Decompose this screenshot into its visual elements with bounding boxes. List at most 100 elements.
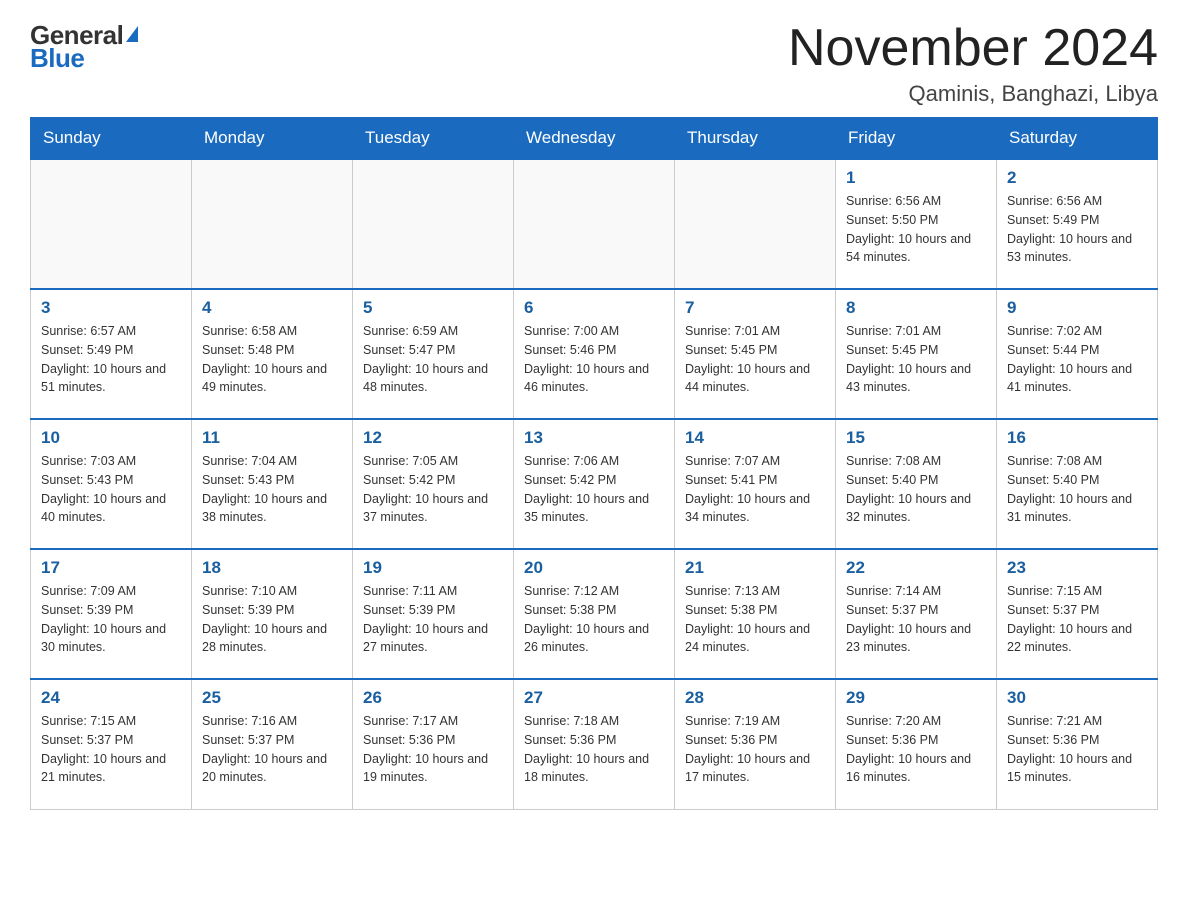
day-number: 23 [1007, 558, 1147, 578]
day-info: Sunrise: 6:56 AMSunset: 5:49 PMDaylight:… [1007, 192, 1147, 267]
day-number: 22 [846, 558, 986, 578]
calendar-cell: 21 Sunrise: 7:13 AMSunset: 5:38 PMDayligh… [675, 549, 836, 679]
calendar-cell [675, 159, 836, 289]
week-row-1: 1 Sunrise: 6:56 AMSunset: 5:50 PMDaylight… [31, 159, 1158, 289]
calendar-cell: 26 Sunrise: 7:17 AMSunset: 5:36 PMDayligh… [353, 679, 514, 809]
day-info: Sunrise: 7:13 AMSunset: 5:38 PMDaylight:… [685, 582, 825, 657]
calendar-cell [353, 159, 514, 289]
calendar-cell: 14Sunrise: 7:07 AMSunset: 5:41 PMDayligh… [675, 419, 836, 549]
calendar-cell: 24 Sunrise: 7:15 AMSunset: 5:37 PMDayligh… [31, 679, 192, 809]
calendar-cell: 8Sunrise: 7:01 AMSunset: 5:45 PMDaylight… [836, 289, 997, 419]
day-number: 8 [846, 298, 986, 318]
day-number: 7 [685, 298, 825, 318]
day-number: 12 [363, 428, 503, 448]
day-number: 6 [524, 298, 664, 318]
day-info: Sunrise: 7:06 AMSunset: 5:42 PMDaylight:… [524, 452, 664, 527]
calendar-cell: 5 Sunrise: 6:59 AMSunset: 5:47 PMDaylight… [353, 289, 514, 419]
calendar-cell: 2 Sunrise: 6:56 AMSunset: 5:49 PMDaylight… [997, 159, 1158, 289]
calendar-cell: 23 Sunrise: 7:15 AMSunset: 5:37 PMDayligh… [997, 549, 1158, 679]
logo-triangle-icon [126, 26, 138, 42]
day-number: 19 [363, 558, 503, 578]
day-info: Sunrise: 7:15 AMSunset: 5:37 PMDaylight:… [1007, 582, 1147, 657]
calendar-cell: 17 Sunrise: 7:09 AMSunset: 5:39 PMDayligh… [31, 549, 192, 679]
calendar-cell: 3Sunrise: 6:57 AMSunset: 5:49 PMDaylight… [31, 289, 192, 419]
week-row-2: 3Sunrise: 6:57 AMSunset: 5:49 PMDaylight… [31, 289, 1158, 419]
day-number: 15 [846, 428, 986, 448]
calendar-cell: 13 Sunrise: 7:06 AMSunset: 5:42 PMDayligh… [514, 419, 675, 549]
day-number: 20 [524, 558, 664, 578]
day-info: Sunrise: 7:17 AMSunset: 5:36 PMDaylight:… [363, 712, 503, 787]
day-number: 10 [41, 428, 181, 448]
day-info: Sunrise: 7:04 AMSunset: 5:43 PMDaylight:… [202, 452, 342, 527]
day-info: Sunrise: 7:14 AMSunset: 5:37 PMDaylight:… [846, 582, 986, 657]
day-number: 30 [1007, 688, 1147, 708]
day-number: 2 [1007, 168, 1147, 188]
day-info: Sunrise: 7:05 AMSunset: 5:42 PMDaylight:… [363, 452, 503, 527]
calendar-table: SundayMondayTuesdayWednesdayThursdayFrid… [30, 117, 1158, 810]
calendar-cell: 29Sunrise: 7:20 AMSunset: 5:36 PMDayligh… [836, 679, 997, 809]
day-number: 17 [41, 558, 181, 578]
calendar-cell: 20 Sunrise: 7:12 AMSunset: 5:38 PMDayligh… [514, 549, 675, 679]
day-info: Sunrise: 7:08 AMSunset: 5:40 PMDaylight:… [846, 452, 986, 527]
day-info: Sunrise: 7:21 AMSunset: 5:36 PMDaylight:… [1007, 712, 1147, 787]
month-title: November 2024 [788, 20, 1158, 77]
day-info: Sunrise: 7:08 AMSunset: 5:40 PMDaylight:… [1007, 452, 1147, 527]
title-section: November 2024 Qaminis, Banghazi, Libya [788, 20, 1158, 107]
calendar-cell: 10 Sunrise: 7:03 AMSunset: 5:43 PMDayligh… [31, 419, 192, 549]
day-number: 9 [1007, 298, 1147, 318]
day-info: Sunrise: 7:10 AMSunset: 5:39 PMDaylight:… [202, 582, 342, 657]
page-header: General Blue November 2024 Qaminis, Bang… [30, 20, 1158, 107]
calendar-cell: 25 Sunrise: 7:16 AMSunset: 5:37 PMDayligh… [192, 679, 353, 809]
day-number: 28 [685, 688, 825, 708]
calendar-cell: 7 Sunrise: 7:01 AMSunset: 5:45 PMDaylight… [675, 289, 836, 419]
calendar-cell: 22 Sunrise: 7:14 AMSunset: 5:37 PMDayligh… [836, 549, 997, 679]
calendar-cell: 15 Sunrise: 7:08 AMSunset: 5:40 PMDayligh… [836, 419, 997, 549]
calendar-cell: 18 Sunrise: 7:10 AMSunset: 5:39 PMDayligh… [192, 549, 353, 679]
calendar-header-monday: Monday [192, 118, 353, 160]
week-row-3: 10 Sunrise: 7:03 AMSunset: 5:43 PMDayligh… [31, 419, 1158, 549]
day-number: 26 [363, 688, 503, 708]
calendar-cell: 6Sunrise: 7:00 AMSunset: 5:46 PMDaylight… [514, 289, 675, 419]
day-number: 21 [685, 558, 825, 578]
day-info: Sunrise: 6:59 AMSunset: 5:47 PMDaylight:… [363, 322, 503, 397]
day-number: 1 [846, 168, 986, 188]
week-row-5: 24 Sunrise: 7:15 AMSunset: 5:37 PMDayligh… [31, 679, 1158, 809]
location-subtitle: Qaminis, Banghazi, Libya [788, 81, 1158, 107]
day-number: 18 [202, 558, 342, 578]
day-number: 25 [202, 688, 342, 708]
day-info: Sunrise: 7:16 AMSunset: 5:37 PMDaylight:… [202, 712, 342, 787]
week-row-4: 17 Sunrise: 7:09 AMSunset: 5:39 PMDayligh… [31, 549, 1158, 679]
calendar-cell: 16 Sunrise: 7:08 AMSunset: 5:40 PMDayligh… [997, 419, 1158, 549]
calendar-cell: 30 Sunrise: 7:21 AMSunset: 5:36 PMDayligh… [997, 679, 1158, 809]
day-info: Sunrise: 7:12 AMSunset: 5:38 PMDaylight:… [524, 582, 664, 657]
day-number: 4 [202, 298, 342, 318]
day-number: 5 [363, 298, 503, 318]
calendar-header-friday: Friday [836, 118, 997, 160]
calendar-cell [192, 159, 353, 289]
day-number: 29 [846, 688, 986, 708]
calendar-header-wednesday: Wednesday [514, 118, 675, 160]
calendar-header-sunday: Sunday [31, 118, 192, 160]
day-info: Sunrise: 7:18 AMSunset: 5:36 PMDaylight:… [524, 712, 664, 787]
day-info: Sunrise: 6:56 AMSunset: 5:50 PMDaylight:… [846, 192, 986, 267]
calendar-cell: 11Sunrise: 7:04 AMSunset: 5:43 PMDayligh… [192, 419, 353, 549]
day-info: Sunrise: 7:15 AMSunset: 5:37 PMDaylight:… [41, 712, 181, 787]
calendar-cell [514, 159, 675, 289]
day-number: 14 [685, 428, 825, 448]
calendar-cell: 12 Sunrise: 7:05 AMSunset: 5:42 PMDayligh… [353, 419, 514, 549]
day-info: Sunrise: 7:11 AMSunset: 5:39 PMDaylight:… [363, 582, 503, 657]
day-number: 13 [524, 428, 664, 448]
day-info: Sunrise: 6:58 AMSunset: 5:48 PMDaylight:… [202, 322, 342, 397]
day-number: 16 [1007, 428, 1147, 448]
calendar-header-row: SundayMondayTuesdayWednesdayThursdayFrid… [31, 118, 1158, 160]
day-info: Sunrise: 7:01 AMSunset: 5:45 PMDaylight:… [685, 322, 825, 397]
day-info: Sunrise: 7:03 AMSunset: 5:43 PMDaylight:… [41, 452, 181, 527]
calendar-cell: 9 Sunrise: 7:02 AMSunset: 5:44 PMDaylight… [997, 289, 1158, 419]
calendar-header-saturday: Saturday [997, 118, 1158, 160]
day-info: Sunrise: 7:09 AMSunset: 5:39 PMDaylight:… [41, 582, 181, 657]
day-number: 27 [524, 688, 664, 708]
day-number: 24 [41, 688, 181, 708]
calendar-cell: 4 Sunrise: 6:58 AMSunset: 5:48 PMDaylight… [192, 289, 353, 419]
day-info: Sunrise: 7:02 AMSunset: 5:44 PMDaylight:… [1007, 322, 1147, 397]
logo: General Blue [30, 20, 138, 74]
